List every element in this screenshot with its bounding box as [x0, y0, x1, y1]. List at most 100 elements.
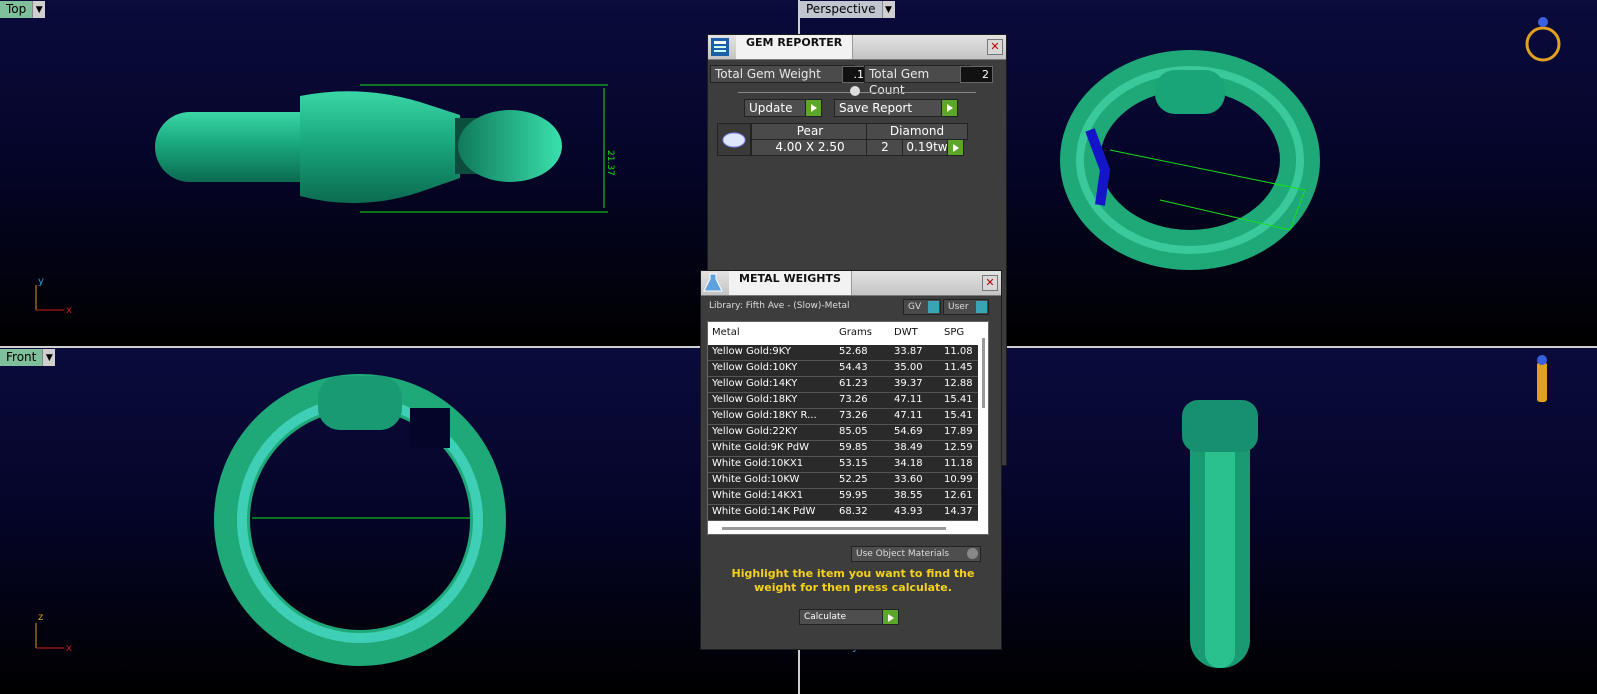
table-row[interactable]: Yellow Gold:22KY 85.05 54.69 17.89	[708, 425, 978, 441]
horizontal-scrollbar[interactable]	[722, 527, 946, 530]
play-icon	[882, 610, 898, 624]
gem-weight: 0.19tw	[902, 139, 952, 156]
metal-table[interactable]: Metal Grams DWT SPG Yellow Gold:9KY 52.68…	[707, 321, 989, 535]
table-cell: Yellow Gold:9KY	[712, 346, 791, 357]
table-cell: 73.26	[839, 394, 868, 405]
table-cell: White Gold:14KX1	[712, 490, 804, 501]
viewport-front[interactable]: z x Front ▼	[0, 348, 798, 694]
close-icon[interactable]: ✕	[982, 275, 998, 291]
column-header-metal[interactable]: Metal	[712, 327, 740, 338]
gem-reporter-titlebar[interactable]: GEM REPORTER ✕	[708, 35, 1006, 60]
table-cell: 47.11	[894, 410, 923, 421]
table-cell: Yellow Gold:18KY	[712, 394, 798, 405]
gem-shape: Pear	[751, 123, 869, 140]
gem-detail-button[interactable]	[947, 139, 964, 156]
viewport-top[interactable]: 21.37 y x Top ▼	[0, 0, 798, 346]
table-row[interactable]: Yellow Gold:18KY R... 73.26 47.11 15.41	[708, 409, 978, 425]
ring-icon[interactable]	[1525, 26, 1561, 62]
viewport-label-perspective[interactable]: Perspective ▼	[800, 1, 895, 18]
table-row[interactable]: White Gold:14KX1 59.95 38.55 12.61	[708, 489, 978, 505]
axis-z-label: z	[38, 612, 43, 623]
total-gem-weight-label: Total Gem Weight	[710, 65, 855, 83]
gem-material: Diamond	[866, 123, 968, 140]
total-gem-count-value: 2	[960, 66, 993, 83]
vertical-scrollbar[interactable]	[982, 338, 985, 408]
close-icon[interactable]: ✕	[987, 39, 1003, 55]
use-object-materials-toggle[interactable]: Use Object Materials	[851, 546, 981, 562]
table-row[interactable]: Yellow Gold:9KY 52.68 33.87 11.08	[708, 345, 978, 361]
pendant-icon[interactable]	[1537, 355, 1547, 402]
play-icon	[947, 140, 963, 155]
play-icon	[941, 100, 957, 116]
toggle-icon	[967, 548, 978, 559]
viewport-label-top[interactable]: Top ▼	[0, 1, 46, 18]
table-row[interactable]: Yellow Gold:10KY 54.43 35.00 11.45	[708, 361, 978, 377]
table-cell: 33.87	[894, 346, 923, 357]
table-cell: 43.93	[894, 506, 923, 517]
table-cell: 33.60	[894, 474, 923, 485]
table-cell: Yellow Gold:10KY	[712, 362, 798, 373]
table-cell: 47.11	[894, 394, 923, 405]
toggle-knob-icon	[928, 301, 939, 313]
table-cell: White Gold:14K PdW	[712, 506, 816, 517]
table-cell: White Gold:10KW	[712, 474, 800, 485]
table-row[interactable]: Yellow Gold:18KY 73.26 47.11 15.41	[708, 393, 978, 409]
table-cell: 73.26	[839, 410, 868, 421]
table-cell: 39.37	[894, 378, 923, 389]
table-cell: 10.99	[944, 474, 973, 485]
ring-front-view: z x	[35, 374, 506, 666]
table-cell: White Gold:10KX1	[712, 458, 804, 469]
metal-weights-titlebar[interactable]: METAL WEIGHTS ✕	[701, 271, 1001, 296]
metal-weights-panel: METAL WEIGHTS ✕ Library: Fifth Ave - (Sl…	[700, 270, 1002, 650]
metal-weights-title: METAL WEIGHTS	[729, 271, 852, 295]
table-cell: 15.41	[944, 394, 973, 405]
viewport-label-front[interactable]: Front ▼	[0, 349, 56, 366]
dimension-label: 21.37	[605, 150, 615, 176]
gem-icon	[722, 132, 746, 148]
table-cell: 34.18	[894, 458, 923, 469]
table-row[interactable]: Yellow Gold:14KY 61.23 39.37 12.88	[708, 377, 978, 393]
table-cell: 14.37	[944, 506, 973, 517]
table-row[interactable]: White Gold:10KX1 53.15 34.18 11.18	[708, 457, 978, 473]
save-report-button[interactable]: Save Report	[834, 99, 958, 117]
table-cell: 11.45	[944, 362, 973, 373]
table-cell: 15.41	[944, 410, 973, 421]
update-button[interactable]: Update	[744, 99, 822, 117]
gem-reporter-title: GEM REPORTER	[736, 35, 854, 59]
collapse-toggle-icon[interactable]	[850, 86, 860, 96]
table-cell: 53.15	[839, 458, 868, 469]
table-cell: 68.32	[839, 506, 868, 517]
table-cell: Yellow Gold:14KY	[712, 378, 798, 389]
gem-size: 4.00 X 2.50	[751, 139, 869, 156]
toggle-knob-icon	[976, 301, 987, 313]
library-label: Library: Fifth Ave - (Slow)-Metal	[709, 301, 850, 311]
chevron-down-icon[interactable]: ▼	[42, 349, 56, 366]
gv-toggle[interactable]: GV	[903, 299, 941, 315]
table-cell: 17.89	[944, 426, 973, 437]
table-cell: 38.49	[894, 442, 923, 453]
table-cell: Yellow Gold:18KY R...	[712, 410, 817, 421]
table-cell: 52.25	[839, 474, 868, 485]
table-cell: Yellow Gold:22KY	[712, 426, 798, 437]
column-header-dwt[interactable]: DWT	[894, 327, 918, 338]
play-icon	[805, 100, 821, 116]
table-row[interactable]: White Gold:10KW 52.25 33.60 10.99	[708, 473, 978, 489]
table-cell: 52.68	[839, 346, 868, 357]
pear-gem-thumbnail[interactable]	[717, 123, 751, 156]
gem-reporter-icon	[711, 38, 729, 56]
chevron-down-icon[interactable]: ▼	[32, 1, 46, 18]
column-header-spg[interactable]: SPG	[944, 327, 964, 338]
axis-x-label: x	[66, 305, 72, 316]
table-row[interactable]: White Gold:9K PdW 59.85 38.49 12.59	[708, 441, 978, 457]
table-cell: 11.18	[944, 458, 973, 469]
chevron-down-icon[interactable]: ▼	[881, 1, 895, 18]
axis-y-label: y	[38, 276, 44, 287]
table-cell: 11.08	[944, 346, 973, 357]
user-toggle[interactable]: User	[943, 299, 989, 315]
table-cell: White Gold:9K PdW	[712, 442, 809, 453]
table-cell: 54.43	[839, 362, 868, 373]
table-row[interactable]: White Gold:14K PdW 68.32 43.93 14.37	[708, 505, 978, 521]
table-cell: 59.85	[839, 442, 868, 453]
column-header-grams[interactable]: Grams	[839, 327, 872, 338]
calculate-button[interactable]: Calculate	[799, 609, 899, 625]
